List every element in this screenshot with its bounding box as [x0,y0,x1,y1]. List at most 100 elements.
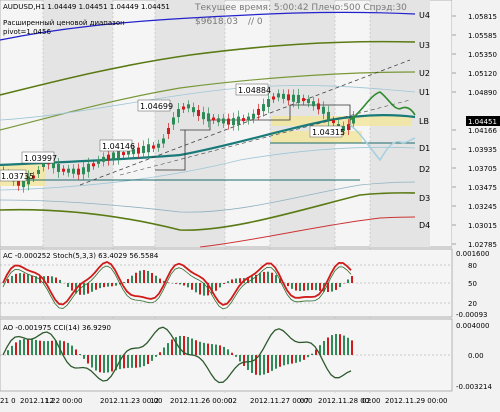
ac-bar [131,276,133,283]
candle-body [77,169,80,175]
candle-body [317,103,320,109]
ac-bar [195,283,197,292]
chart-window: 1.04699 1.04884 1.04146 1.03997 1.03735 … [0,0,500,408]
annotation-high-1: 1.04699 [140,102,173,111]
candle-body [162,139,165,144]
ao-bar [291,355,293,364]
ac-bar [219,283,221,287]
ao-cci-label: AO -0.001975 CCI(14) 36.9290 [3,324,111,332]
ac-bar [331,283,333,292]
candle-body [207,113,210,121]
time-tick-label: 2012.11.29 00:00 [385,397,447,405]
candle-body [172,118,175,125]
label-u3: U3 [419,41,430,50]
ao-bar [219,345,221,355]
price-tick-label: 1.04890 [468,89,497,97]
svg-text:0.004000: 0.004000 [456,322,489,330]
ao-bar [63,341,65,355]
ac-bar [19,273,21,283]
server-time: Текущее время: 5:00:42 Плечо:500 Спрэд:3… [194,3,407,13]
ao-bar [203,343,205,355]
candle-body [302,98,305,101]
candle-body [122,152,125,155]
ao-bar [231,353,233,355]
ac-bar [55,278,57,283]
candle-body [37,170,40,174]
label-d1: D1 [419,144,430,153]
ao-bar [247,355,249,370]
candle-body [187,104,190,108]
ac-bar [347,279,349,283]
ao-bar [39,341,41,355]
equity-separator: // 0 [248,17,263,27]
ac-bar [231,279,233,283]
ao-bar [343,336,345,355]
ao-bar [87,355,89,363]
ao-bar [111,355,113,371]
candle-body [107,155,110,161]
ac-bar [91,283,93,292]
ac-bar [299,283,301,291]
ao-bar [211,344,213,355]
ac-bar [351,276,353,283]
svg-text:50: 50 [468,280,477,288]
ac-bar [227,281,229,283]
ac-bar [27,274,29,283]
ac-bar [59,280,61,283]
ac-bar [183,283,185,286]
ac-bar [155,276,157,283]
annotation-low-3: 1.03735 [1,172,34,181]
candle-body [222,118,225,123]
ac-bar [67,283,69,287]
ac-bar [175,283,177,284]
candle-body [332,120,335,123]
candle-body [182,107,185,110]
ac-bar [103,283,105,287]
candle-body [102,157,105,162]
ao-bar [147,355,149,364]
candle-body [167,128,170,134]
ac-bar [235,279,237,283]
ac-bar [71,283,73,291]
candle-body [232,118,235,125]
candle-body [237,117,240,125]
time-axis: 21 02012.11.22 00:00122012.11.23 00:0012… [0,393,452,408]
ac-bar [139,271,141,283]
ao-bar [347,338,349,355]
ao-bar [299,355,301,362]
ac-bar [87,283,89,294]
ao-bar [275,355,277,369]
time-tick-label: 07 [300,397,309,405]
ac-bar [259,273,261,283]
ao-bar [283,355,285,365]
ao-bar [307,355,309,357]
chart-canvas[interactable]: 1.04699 1.04884 1.04146 1.03997 1.03735 … [0,0,500,408]
time-tick-label: 2012.11.26 00:00 [170,397,232,405]
price-axis: 1.058151.055851.053501.051201.048901.041… [452,0,500,408]
ac-bar [7,279,9,283]
ac-bar [15,274,17,283]
ao-bar [31,339,33,355]
ac-bar [23,273,25,283]
ao-cci-panel[interactable]: AO -0.001975 CCI(14) 36.9290 0.004000 0.… [0,319,492,391]
price-tick-label: 1.05120 [468,70,497,78]
ac-bar [319,283,321,291]
label-lb: LB [419,117,429,126]
candle-body [62,169,65,172]
ao-bar [103,355,105,373]
ac-bar [159,279,161,283]
ac-bar [143,270,145,283]
indicator-title: Расширенный ценовой диапазон [3,19,125,27]
price-tick-label: 1.03475 [468,184,497,192]
ac-bar [47,276,49,283]
ac-bar [303,283,305,291]
ao-bar [107,355,109,372]
ac-bar [239,278,241,283]
ac-bar [291,283,293,289]
ac-stoch-panel[interactable]: AC -0.000252 Stoch(5,3,3) 63.4029 56.558… [0,249,489,319]
candle-body [212,118,215,121]
price-tick-label: 1.03935 [468,146,497,154]
ao-bar [303,355,305,360]
ac-bar [295,283,297,291]
ac-bar [11,276,13,283]
